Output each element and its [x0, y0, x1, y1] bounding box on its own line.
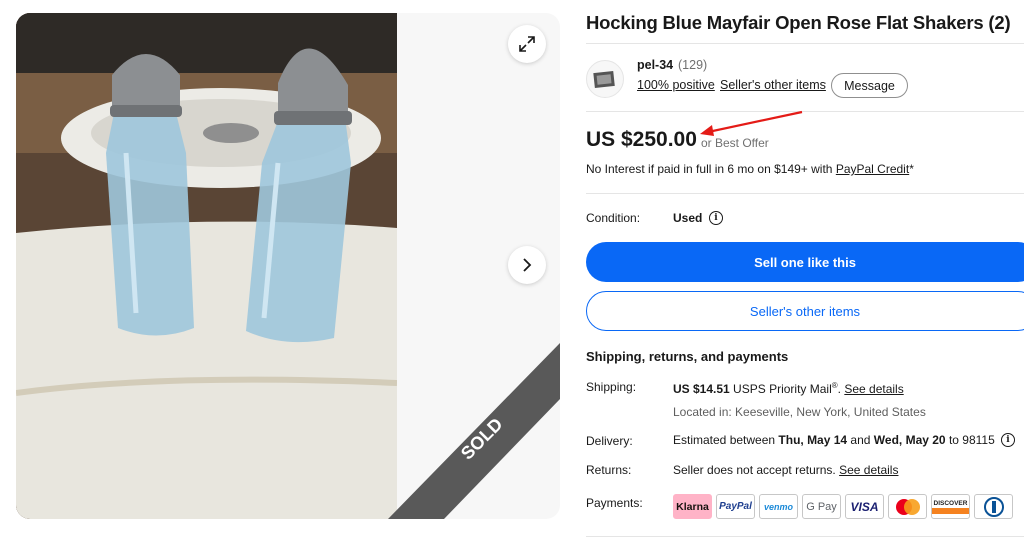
sold-ribbon: SOLD — [388, 343, 560, 519]
sell-one-like-this-button[interactable]: Sell one like this — [586, 242, 1024, 282]
shipping-label: Shipping: — [586, 380, 637, 394]
annotation-arrow-icon — [700, 110, 803, 136]
seller-feedback-count: (129) — [678, 58, 708, 72]
seller-feedback-link[interactable]: 100% positive — [637, 78, 715, 92]
google-pay-badge: G Pay — [802, 494, 841, 519]
divider — [586, 193, 1024, 194]
delivery-info-icon[interactable]: i — [1001, 433, 1015, 447]
seller-store-icon — [593, 70, 615, 89]
condition-info-icon[interactable]: i — [709, 211, 723, 225]
paypal-credit-link[interactable]: PayPal Credit — [836, 162, 909, 176]
best-offer-label: or Best Offer — [701, 136, 769, 150]
delivery-label: Delivery: — [586, 434, 633, 448]
shipping-value: US $14.51 USPS Priority Mail®. See detai… — [673, 381, 904, 396]
divider — [586, 43, 1024, 44]
chevron-right-icon — [523, 258, 532, 272]
item-price: US $250.00 — [586, 128, 697, 151]
returns-value: Seller does not accept returns. See deta… — [673, 463, 899, 477]
listing-details: Hocking Blue Mayfair Open Rose Flat Shak… — [586, 0, 1024, 538]
expand-icon — [519, 36, 535, 52]
seller-name[interactable]: pel-34 — [637, 58, 673, 72]
diners-club-icon — [983, 496, 1004, 517]
delivery-value: Estimated between Thu, May 14 and Wed, M… — [673, 433, 995, 447]
mastercard-badge — [888, 494, 927, 519]
returns-label: Returns: — [586, 463, 632, 477]
separator-dot: · — [711, 76, 716, 90]
divider — [586, 536, 1024, 537]
seller-other-items-link[interactable]: Seller's other items — [720, 78, 826, 92]
klarna-badge: Klarna — [673, 494, 712, 519]
separator-dot: · — [823, 76, 828, 90]
sellers-other-items-button[interactable]: Seller's other items — [586, 291, 1024, 331]
financing-text: No Interest if paid in full in 6 mo on $… — [586, 162, 914, 176]
mastercard-icon — [895, 498, 920, 515]
next-image-button[interactable] — [508, 246, 546, 284]
returns-see-details-link[interactable]: See details — [839, 463, 898, 477]
paypal-badge: PayPal — [716, 494, 755, 519]
diners-club-badge — [974, 494, 1013, 519]
condition-label: Condition: — [586, 211, 641, 225]
item-title: Hocking Blue Mayfair Open Rose Flat Shak… — [586, 12, 1011, 33]
shipping-section-heading: Shipping, returns, and payments — [586, 349, 789, 364]
visa-badge: VISA — [845, 494, 884, 519]
seller-avatar[interactable] — [586, 60, 624, 98]
payments-label: Payments: — [586, 496, 643, 510]
image-gallery: SOLD — [16, 13, 560, 519]
item-location: Located in: Keeseville, New York, United… — [673, 405, 926, 419]
expand-button[interactable] — [508, 25, 546, 63]
venmo-badge: venmo — [759, 494, 798, 519]
condition-value: Used — [673, 211, 703, 225]
payment-methods: Klarna PayPal venmo G Pay VISA DISCOVER — [673, 494, 1013, 519]
message-seller-button[interactable]: Message — [831, 73, 908, 98]
shipping-see-details-link[interactable]: See details — [844, 382, 903, 396]
discover-badge: DISCOVER — [931, 494, 970, 519]
product-photo[interactable] — [16, 13, 397, 519]
